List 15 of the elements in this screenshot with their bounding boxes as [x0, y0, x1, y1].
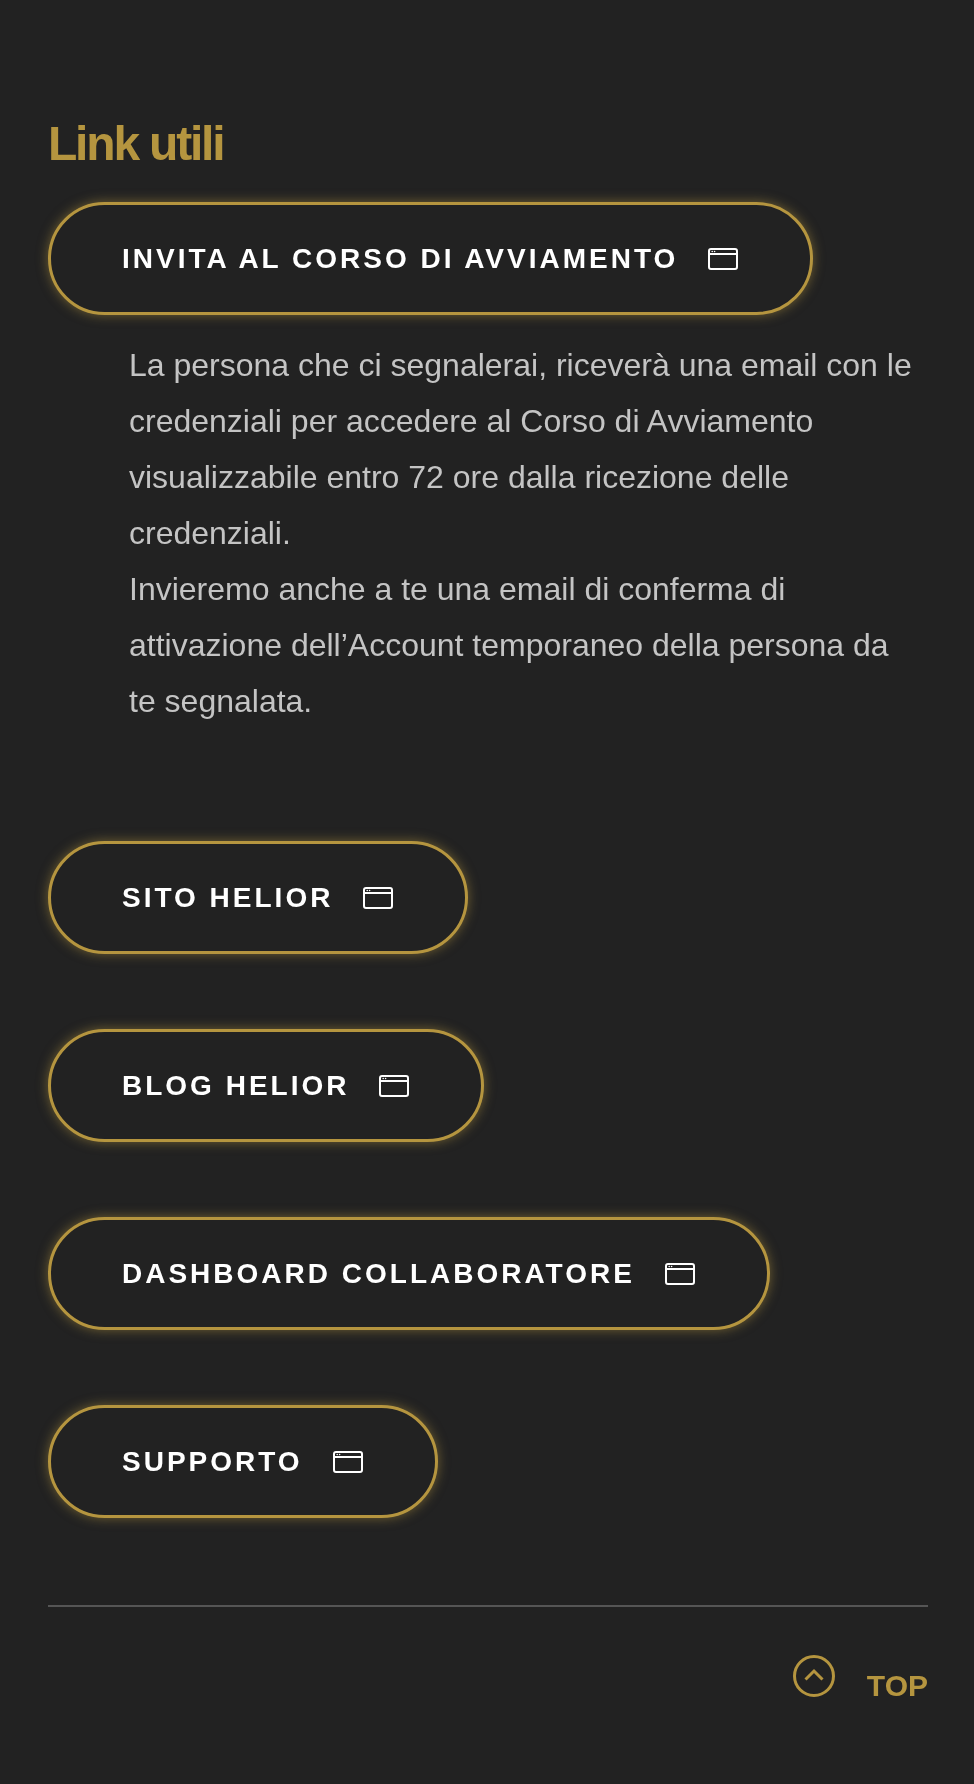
back-to-top-link[interactable]: TOP — [792, 1649, 928, 1703]
link-button[interactable]: BLOG HELIOR — [48, 1029, 485, 1142]
section-heading: Link utili — [48, 116, 225, 172]
browser-window-icon — [664, 1262, 695, 1285]
browser-window-icon — [332, 1450, 363, 1473]
browser-window-icon — [363, 886, 394, 909]
link-button[interactable]: SUPPORTO — [48, 1405, 438, 1518]
description-text: La persona che ci segnalerai, riceverà una email con le credenziali per accedere al Corso di Avviamento visualizzabile entro 72 ore dalla ricezione delle credenziali. — [129, 346, 913, 553]
description-text: Invieremo anche a te una email di conferma di attivazione dell’Account temporaneo della persona da te segnalata. — [129, 570, 890, 721]
link-button[interactable]: DASHBOARD COLLABORATORE — [48, 1217, 770, 1330]
up-chevron-circle-icon — [792, 1655, 835, 1697]
link-button[interactable]: SITO HELIOR — [48, 841, 469, 954]
link-button[interactable]: INVITA AL CORSO DI AVVIAMENTO — [48, 202, 814, 315]
browser-window-icon — [708, 247, 739, 270]
browser-window-icon — [379, 1074, 410, 1097]
